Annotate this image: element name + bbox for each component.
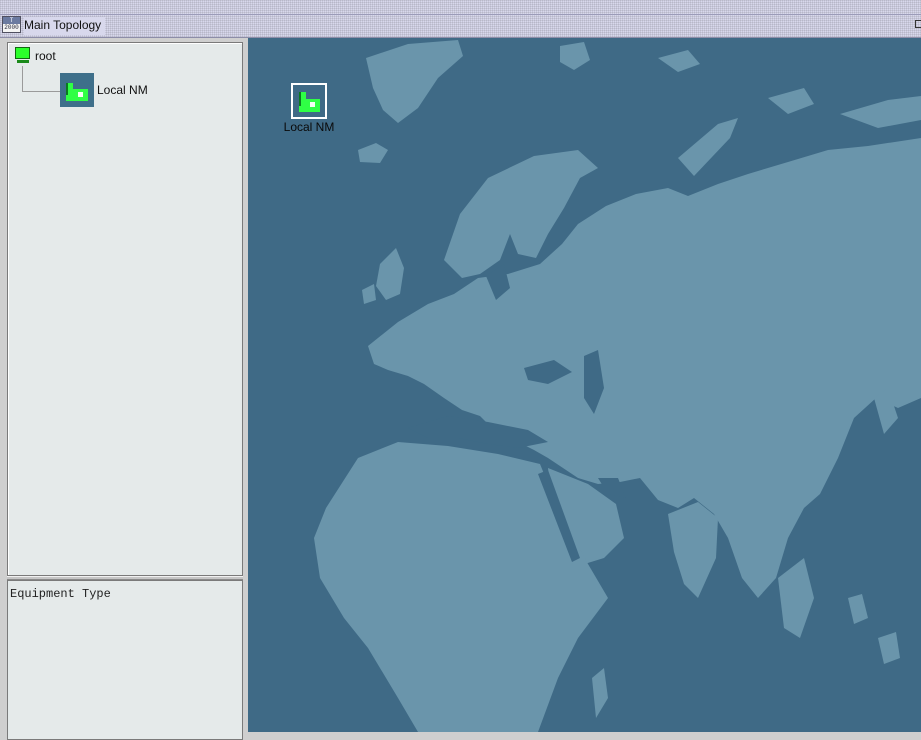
network-manager-icon	[60, 73, 94, 107]
window-titlebar[interactable]: T 2000 Main Topology	[0, 0, 921, 38]
tree-node-root[interactable]: root	[14, 47, 56, 64]
map-node-local-nm[interactable]: Local NM	[276, 83, 342, 134]
tree-node-local-nm[interactable]: Local NM	[60, 73, 148, 107]
tree-connector-horizontal	[22, 91, 62, 92]
app-icon: T 2000	[2, 16, 21, 33]
tree-connector-vertical	[22, 66, 23, 91]
world-map-background	[248, 38, 921, 732]
equipment-info-panel: Equipment Type	[7, 580, 243, 740]
restore-icon[interactable]	[915, 20, 921, 28]
window-title: Main Topology	[24, 17, 106, 35]
network-manager-icon	[291, 83, 327, 119]
left-sidebar: root Local NM Equipment Type	[0, 38, 248, 740]
monitor-icon	[14, 47, 32, 64]
titlebar-strip	[0, 14, 921, 37]
tree-node-label: Local NM	[97, 83, 148, 97]
tree-node-label: root	[35, 48, 56, 63]
map-node-label: Local NM	[283, 120, 335, 134]
equipment-type-text: Equipment Type	[10, 587, 111, 601]
topology-map[interactable]: Local NM	[248, 38, 921, 732]
topology-tree[interactable]: root Local NM	[7, 42, 243, 576]
